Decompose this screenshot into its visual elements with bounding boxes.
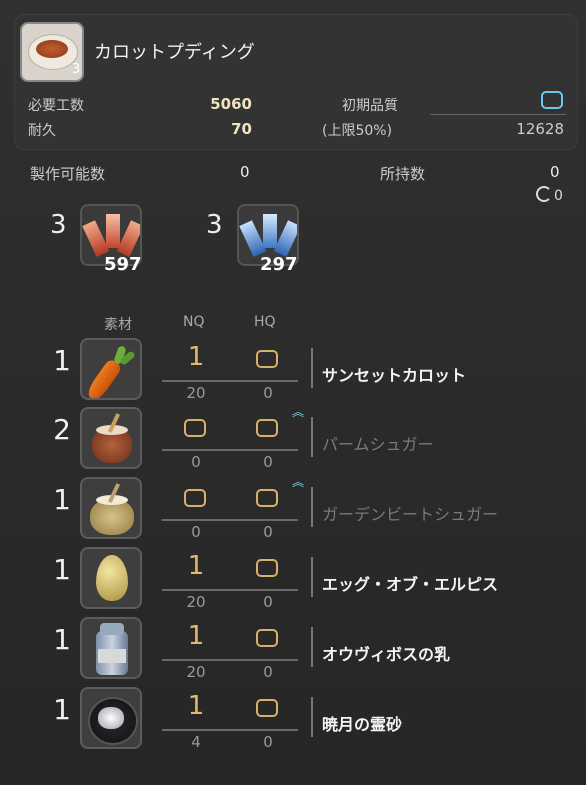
hq-owned: 0 (536, 186, 563, 204)
material-name: サンセットカロット (322, 366, 467, 385)
nq-set[interactable]: 1 (184, 691, 208, 721)
material-required: 2 (53, 413, 71, 446)
hq-available-icon: ︽ (292, 405, 305, 419)
hq-set-box[interactable] (256, 489, 278, 507)
material-name: オウヴィボスの乳 (322, 645, 451, 664)
max-quality-value: 12628 (516, 120, 564, 138)
nq-owned: 20 (186, 663, 206, 681)
nq-owned: 20 (186, 384, 206, 402)
material-required: 1 (53, 483, 71, 516)
initial-quality-label: 初期品質 (342, 98, 398, 114)
material-row: 1 ︽ 0 0 ガーデンビートシュガー (0, 475, 586, 545)
nq-owned: 0 (191, 523, 201, 541)
milk-can-icon[interactable] (80, 617, 142, 679)
crystal-required: 3 (50, 210, 67, 240)
max-quality-label: (上限50%) (322, 123, 393, 139)
hq-set-box[interactable] (256, 419, 278, 437)
material-row: 1 1 4 0 暁月の霊砂 (0, 685, 586, 755)
material-row: 2 ︽ 0 0 パームシュガー (0, 405, 586, 475)
hq-owned: 0 (263, 663, 273, 681)
hq-set-box[interactable] (256, 350, 278, 368)
carrot-icon[interactable] (80, 338, 142, 400)
required-progress-label: 必要工数 (28, 98, 84, 114)
nq-set[interactable]: 1 (184, 551, 208, 581)
egg-icon[interactable] (80, 547, 142, 609)
nq-set[interactable]: 1 (184, 621, 208, 651)
material-name: エッグ・オブ・エルピス (322, 575, 499, 594)
hq-owned: 0 (263, 523, 273, 541)
aethersand-icon[interactable] (80, 687, 142, 749)
hq-owned: 0 (263, 733, 273, 751)
material-name: ガーデンビートシュガー (322, 505, 499, 524)
column-nq: NQ (183, 314, 205, 330)
item-quantity: 3 (72, 62, 81, 77)
crystal-stock: 597 (104, 254, 142, 275)
material-required: 1 (53, 693, 71, 726)
nq-set-box[interactable] (184, 419, 206, 437)
crystal-stock: 297 (260, 254, 298, 275)
item-name: カロットプディング (94, 42, 255, 63)
crystal-required: 3 (206, 210, 223, 240)
craftable-label: 製作可能数 (30, 165, 106, 183)
beet-sugar-pot-icon[interactable] (80, 477, 142, 539)
column-material: 素材 (104, 317, 132, 333)
durability-label: 耐久 (28, 123, 56, 139)
material-row: 1 1 20 0 サンセットカロット (0, 336, 586, 406)
initial-quality-box (541, 91, 563, 109)
material-name: 暁月の霊砂 (322, 715, 403, 734)
hq-set-box[interactable] (256, 559, 278, 577)
material-required: 1 (53, 623, 71, 656)
quality-divider (430, 114, 566, 115)
owned-label: 所持数 (380, 165, 426, 183)
hq-set-box[interactable] (256, 629, 278, 647)
hq-owned-value: 0 (554, 188, 563, 204)
material-name: パームシュガー (322, 435, 434, 454)
recipe-panel: 3 カロットプディング 必要工数 5060 耐久 70 初期品質 (上限50%)… (0, 0, 586, 785)
hq-owned: 0 (263, 384, 273, 402)
required-progress-value: 5060 (210, 95, 252, 113)
owned-value: 0 (550, 163, 560, 181)
durability-value: 70 (231, 120, 252, 138)
column-hq: HQ (254, 314, 276, 330)
material-required: 1 (53, 344, 71, 377)
hq-available-icon: ︽ (292, 475, 305, 489)
material-required: 1 (53, 553, 71, 586)
nq-set[interactable]: 1 (184, 342, 208, 372)
hq-owned: 0 (263, 593, 273, 611)
hq-set-box[interactable] (256, 699, 278, 717)
hq-owned: 0 (263, 453, 273, 471)
nq-owned: 0 (191, 453, 201, 471)
nq-owned: 4 (191, 733, 201, 751)
craftable-value: 0 (240, 163, 250, 181)
nq-set-box[interactable] (184, 489, 206, 507)
palm-sugar-jar-icon[interactable] (80, 407, 142, 469)
material-row: 1 1 20 0 オウヴィボスの乳 (0, 615, 586, 685)
nq-owned: 20 (186, 593, 206, 611)
material-row: 1 1 20 0 エッグ・オブ・エルピス (0, 545, 586, 615)
hq-owned-icon (536, 186, 552, 202)
